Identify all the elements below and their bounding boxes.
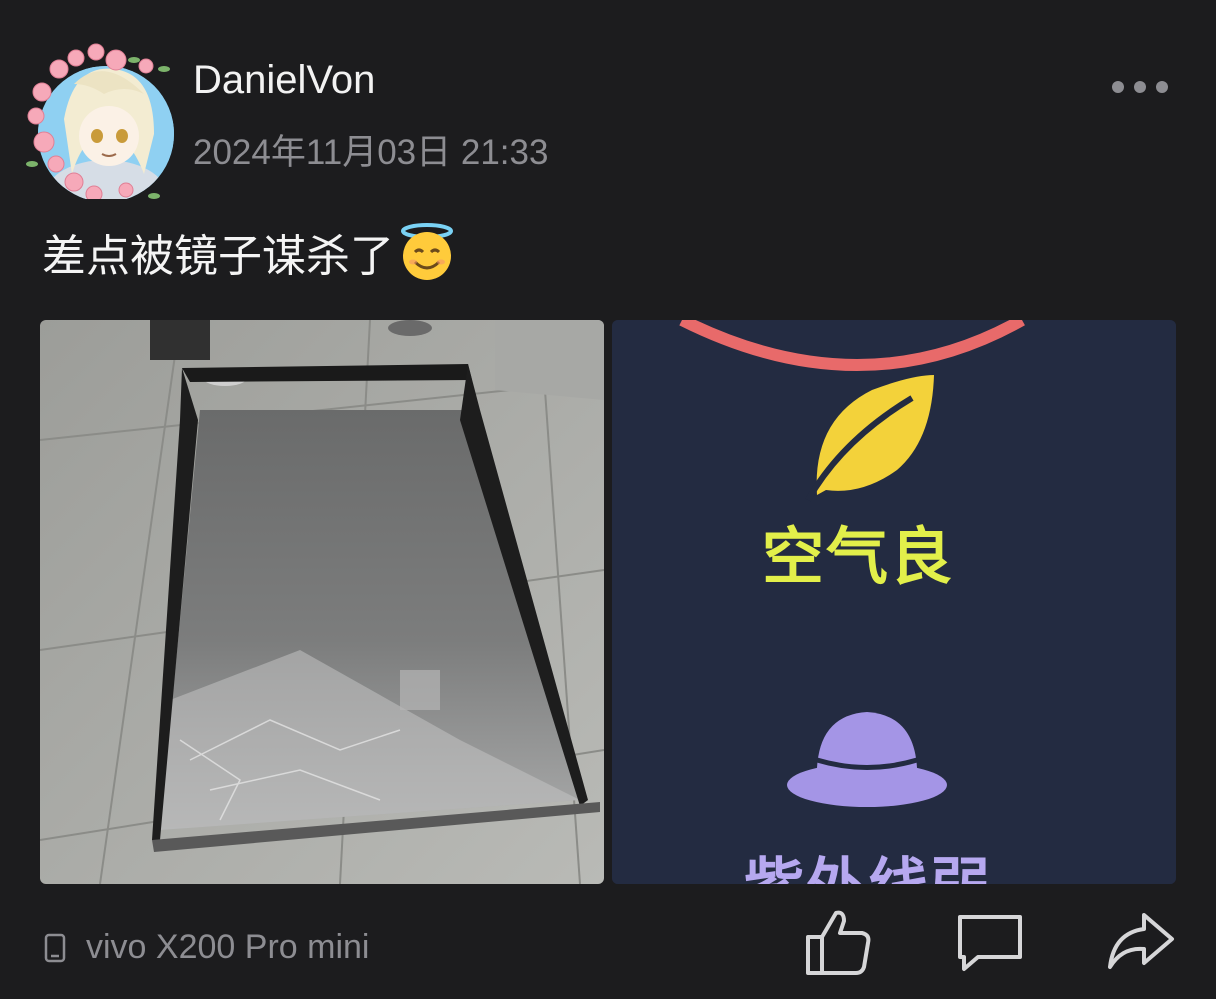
username[interactable]: DanielVon bbox=[193, 58, 375, 103]
share-arrow-icon bbox=[1108, 913, 1174, 969]
device-info: vivo X200 Pro mini bbox=[44, 928, 369, 967]
smiling-face-with-halo-icon bbox=[401, 223, 453, 280]
like-button[interactable] bbox=[802, 905, 874, 979]
post-text-row: 差点被镜子谋杀了 bbox=[42, 220, 456, 284]
comment-button[interactable] bbox=[954, 905, 1026, 979]
post-image-broken-mirror[interactable] bbox=[40, 320, 604, 884]
more-options-button[interactable] bbox=[1104, 72, 1176, 102]
post-image-weather-screen[interactable]: 空气良 紫外线弱 bbox=[612, 320, 1176, 884]
post-text: 差点被镜子谋杀了 bbox=[42, 231, 394, 282]
air-quality-label: 空气良 bbox=[762, 520, 955, 593]
phone-icon bbox=[44, 933, 66, 962]
post-timestamp: 2024年11月03日 21:33 bbox=[193, 133, 549, 172]
more-dots-icon bbox=[1112, 81, 1168, 93]
avatar-image bbox=[26, 43, 174, 203]
weather-graphics bbox=[612, 320, 1176, 884]
uv-label: 紫外线弱 bbox=[744, 838, 992, 884]
device-name: vivo X200 Pro mini bbox=[86, 928, 370, 966]
thumbs-up-icon bbox=[806, 910, 871, 975]
mirror-photo bbox=[40, 320, 604, 884]
comment-icon bbox=[958, 915, 1022, 971]
user-avatar[interactable] bbox=[14, 24, 174, 203]
share-button[interactable] bbox=[1104, 905, 1176, 979]
